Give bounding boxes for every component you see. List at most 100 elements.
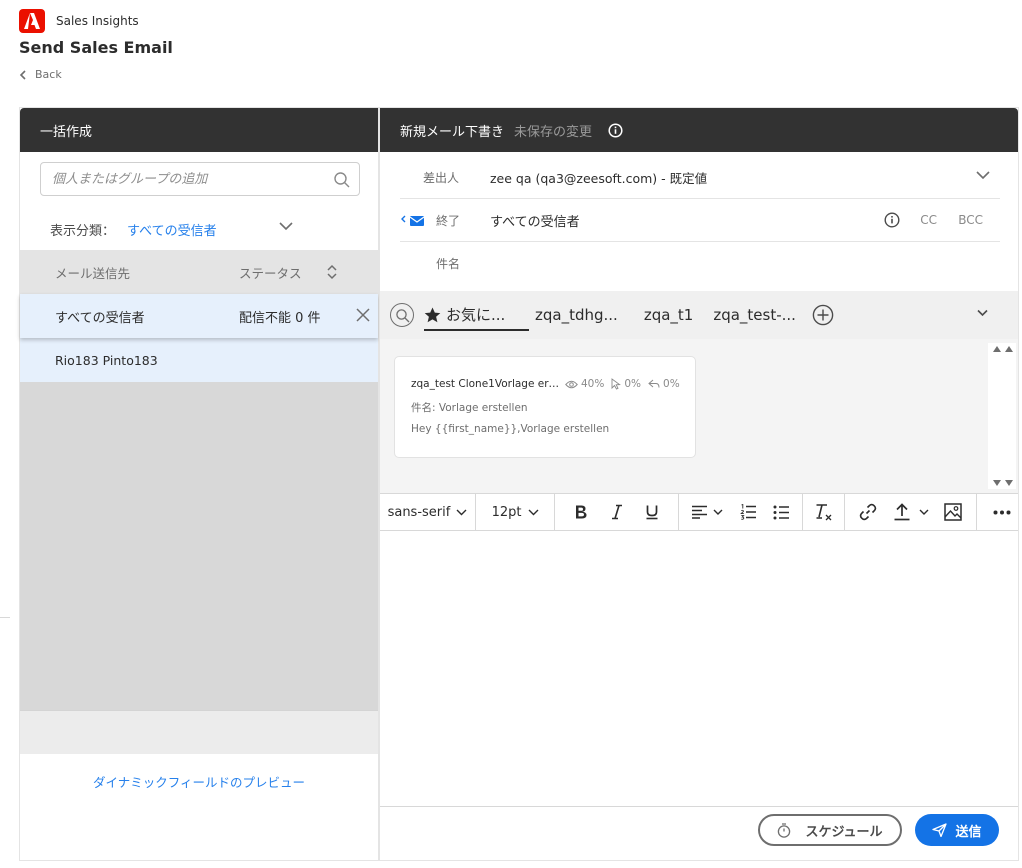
divider — [0, 617, 10, 618]
align-left-icon — [692, 505, 708, 519]
subject-field[interactable]: 件名 — [400, 242, 1000, 285]
back-label: Back — [35, 68, 62, 81]
clear-format-button[interactable] — [803, 493, 844, 531]
add-icon[interactable] — [812, 304, 834, 326]
scroll-track — [988, 343, 1016, 489]
page-title: Send Sales Email — [19, 38, 173, 57]
template-stats: 40% 0% 0% — [565, 378, 680, 390]
chevron-down-icon[interactable] — [977, 309, 988, 317]
editor-toolbar: sans-serif 12pt — [380, 493, 1018, 531]
close-icon[interactable] — [356, 308, 370, 322]
more-icon — [993, 510, 1011, 514]
email-draft-panel: 新規メール下書き 未保存の変更 差出人 zee qa (qa3@zeesoft.… — [379, 107, 1019, 861]
template-list: zqa_test Clone1Vorlage erst... 40% 0% 0%… — [380, 339, 1018, 493]
send-button[interactable]: 送信 — [915, 814, 999, 846]
template-subject: 件名: Vorlage erstellen — [411, 402, 528, 414]
sort-icon[interactable] — [327, 264, 337, 280]
chevron-down-icon — [528, 509, 538, 515]
chevron-down-icon[interactable] — [976, 171, 990, 180]
to-field[interactable]: 終了 すべての受信者 CC BCC — [400, 199, 1000, 242]
filter-label: 表示分類： — [50, 224, 116, 239]
recipient-name: Rio183 Pinto183 — [55, 352, 158, 368]
template-card[interactable]: zqa_test Clone1Vorlage erst... 40% 0% 0%… — [394, 356, 696, 458]
chevron-down-icon[interactable] — [279, 222, 293, 231]
tab-template[interactable]: zqa_test-... — [713, 306, 796, 324]
open-rate: 40% — [581, 378, 605, 390]
back-link[interactable]: Back — [19, 68, 62, 81]
bullet-list-icon[interactable] — [773, 505, 790, 520]
bcc-button[interactable]: BCC — [958, 213, 983, 227]
to-label: 終了 — [436, 213, 461, 228]
column-status[interactable]: ステータス — [239, 263, 319, 282]
dynamic-field-preview-link[interactable]: ダイナミックフィールドのプレビュー — [20, 772, 378, 791]
more-button[interactable] — [987, 493, 1018, 531]
recipient-name: すべての受信者 — [55, 310, 145, 326]
template-name: zqa_test Clone1Vorlage erst... — [411, 378, 561, 390]
timer-icon — [778, 822, 791, 838]
recipient-table: メール送信先 ステータス すべての受信者 配信不能 0 件 Rio183 Pin… — [20, 250, 378, 710]
reply-icon — [648, 379, 660, 388]
add-recipient-input[interactable] — [41, 163, 321, 195]
send-label: 送信 — [955, 824, 982, 840]
table-row[interactable]: すべての受信者 配信不能 0 件 — [20, 294, 378, 338]
schedule-button[interactable]: スケジュール — [758, 814, 902, 846]
toolbar-divider — [975, 493, 977, 531]
bulk-compose-panel: 一括作成 表示分類： すべての受信者 メール送信先 ステータス すべての受信者 … — [19, 107, 379, 861]
chevron-down-icon — [713, 509, 723, 515]
font-size-select[interactable]: 12pt — [476, 493, 554, 531]
recipient-status: 配信不能 0 件 — [239, 310, 321, 326]
bold-icon[interactable] — [574, 504, 588, 520]
email-body-editor[interactable] — [380, 531, 1018, 807]
table-row[interactable]: Rio183 Pinto183 — [20, 338, 378, 382]
draft-title: 新規メール下書き — [400, 124, 505, 140]
add-recipient-field[interactable] — [40, 162, 360, 196]
search-icon[interactable] — [333, 171, 351, 189]
link-icon[interactable] — [859, 503, 877, 521]
tab-favorites[interactable]: お気に... — [424, 299, 529, 331]
send-icon — [932, 823, 948, 837]
to-value: すべての受信者 — [490, 214, 580, 230]
cursor-icon — [611, 378, 622, 390]
tab-template[interactable]: zqa_t1 — [644, 306, 694, 324]
info-icon[interactable] — [884, 212, 900, 228]
upload-icon — [894, 503, 910, 521]
table-header: メール送信先 ステータス — [20, 250, 378, 294]
recipient-mail-icon[interactable] — [401, 213, 427, 227]
schedule-label: スケジュール — [805, 824, 883, 840]
scroll-up-icon[interactable] — [992, 345, 1014, 353]
italic-icon[interactable] — [611, 504, 623, 520]
scroll-down-icon[interactable] — [992, 479, 1014, 487]
underline-icon[interactable] — [645, 504, 659, 520]
align-dropdown[interactable] — [691, 505, 723, 519]
image-icon[interactable] — [944, 503, 962, 521]
filter-value[interactable]: すべての受信者 — [127, 220, 217, 239]
click-rate: 0% — [624, 378, 642, 390]
numbered-list-icon[interactable] — [739, 504, 757, 520]
table-footer — [20, 710, 378, 754]
font-family-select[interactable]: sans-serif — [380, 493, 475, 531]
info-icon[interactable] — [608, 122, 623, 138]
format-group — [555, 493, 678, 531]
from-field[interactable]: 差出人 zee qa (qa3@zeesoft.com) - 既定値 — [400, 156, 1000, 199]
app-header: Sales Insights — [19, 9, 139, 33]
tab-template[interactable]: zqa_tdhg... — [535, 306, 618, 324]
chevron-down-icon — [456, 509, 467, 515]
scrollbar[interactable] — [988, 343, 1016, 489]
bulk-compose-title: 一括作成 — [20, 108, 378, 152]
draft-header: 新規メール下書き 未保存の変更 — [380, 108, 1018, 152]
adobe-logo — [19, 9, 45, 33]
filter-row: 表示分類： すべての受信者 — [50, 220, 217, 239]
app-name: Sales Insights — [56, 14, 139, 28]
subject-label: 件名 — [436, 257, 461, 271]
upload-dropdown[interactable] — [893, 503, 929, 521]
eye-icon — [565, 380, 578, 388]
template-search-button[interactable] — [390, 303, 414, 327]
paragraph-group — [679, 493, 802, 531]
from-label: 差出人 — [423, 170, 460, 185]
font-family-value: sans-serif — [387, 504, 451, 520]
template-tabs: お気に... zqa_tdhg... zqa_t1 zqa_test-... — [380, 291, 1018, 339]
search-icon — [396, 309, 410, 323]
chevron-down-icon — [919, 509, 929, 515]
chevron-left-icon — [19, 69, 26, 80]
cc-button[interactable]: CC — [920, 213, 937, 227]
